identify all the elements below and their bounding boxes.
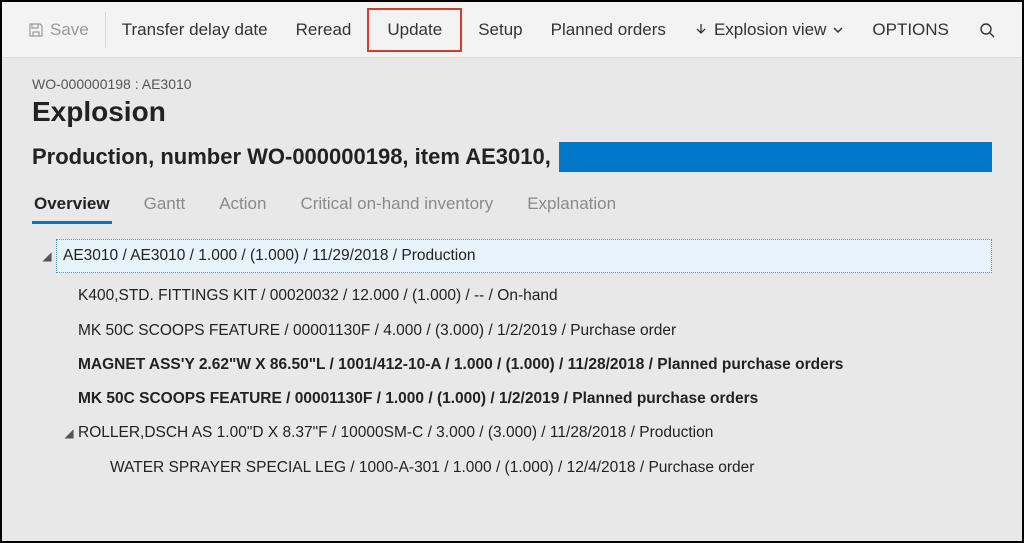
setup-label: Setup — [478, 20, 522, 40]
breadcrumb: WO-000000198 : AE3010 — [32, 76, 992, 92]
options-label: OPTIONS — [872, 20, 949, 40]
toolbar: Save Transfer delay date Reread Update S… — [2, 2, 1022, 58]
tab-overview[interactable]: Overview — [32, 188, 112, 224]
subhead-row: Production, number WO-000000198, item AE… — [32, 142, 992, 172]
transfer-delay-label: Transfer delay date — [122, 20, 268, 40]
tab-explanation[interactable]: Explanation — [525, 188, 618, 224]
tree-row-text: AE3010 / AE3010 / 1.000 / (1.000) / 11/2… — [56, 239, 992, 273]
explosion-view-button[interactable]: Explosion view — [680, 2, 858, 58]
subhead-text: Production, number WO-000000198, item AE… — [32, 144, 551, 170]
tree-row[interactable]: K400,STD. FITTINGS KIT / 00020032 / 12.0… — [32, 279, 992, 313]
tab-critical[interactable]: Critical on-hand inventory — [298, 188, 495, 224]
options-button[interactable]: OPTIONS — [858, 2, 963, 58]
search-button[interactable] — [964, 2, 1010, 58]
update-label: Update — [387, 20, 442, 40]
tree-row-text: MK 50C SCOOPS FEATURE / 00001130F / 4.00… — [78, 319, 676, 342]
reread-button[interactable]: Reread — [282, 2, 366, 58]
tab-action[interactable]: Action — [217, 188, 268, 224]
collapse-caret-icon[interactable]: ◢ — [38, 247, 56, 265]
tree-row-text: WATER SPRAYER SPECIAL LEG / 1000-A-301 /… — [110, 456, 754, 479]
reread-label: Reread — [296, 20, 352, 40]
chevron-down-icon — [832, 24, 844, 36]
tree-row-text: MAGNET ASS'Y 2.62"W X 86.50"L / 1001/412… — [78, 353, 843, 376]
tabs: Overview Gantt Action Critical on-hand i… — [32, 188, 992, 224]
toolbar-separator — [105, 12, 106, 48]
tab-gantt[interactable]: Gantt — [142, 188, 188, 224]
tree-row[interactable]: MAGNET ASS'Y 2.62"W X 86.50"L / 1001/412… — [32, 348, 992, 382]
update-button[interactable]: Update — [367, 8, 462, 52]
save-icon — [28, 22, 44, 38]
explosion-view-label: Explosion view — [714, 20, 826, 40]
tree-row-text: MK 50C SCOOPS FEATURE / 00001130F / 1.00… — [78, 387, 758, 410]
transfer-delay-button[interactable]: Transfer delay date — [108, 2, 282, 58]
planned-orders-label: Planned orders — [551, 20, 666, 40]
search-icon — [978, 21, 996, 39]
page-title: Explosion — [32, 96, 992, 128]
save-button: Save — [14, 2, 103, 58]
planned-orders-button[interactable]: Planned orders — [537, 2, 680, 58]
save-label: Save — [50, 20, 89, 40]
download-icon — [694, 23, 708, 37]
tree-row-text: ROLLER,DSCH AS 1.00"D X 8.37"F / 10000SM… — [78, 421, 713, 444]
tree-row[interactable]: ◢AE3010 / AE3010 / 1.000 / (1.000) / 11/… — [32, 234, 992, 279]
tree-row[interactable]: WATER SPRAYER SPECIAL LEG / 1000-A-301 /… — [32, 451, 992, 485]
setup-button[interactable]: Setup — [464, 2, 536, 58]
tree-row-text: K400,STD. FITTINGS KIT / 00020032 / 12.0… — [78, 284, 558, 307]
tree-row[interactable]: MK 50C SCOOPS FEATURE / 00001130F / 4.00… — [32, 314, 992, 348]
tree-row[interactable]: MK 50C SCOOPS FEATURE / 00001130F / 1.00… — [32, 382, 992, 416]
collapse-caret-icon[interactable]: ◢ — [60, 424, 78, 442]
tree-view: ◢AE3010 / AE3010 / 1.000 / (1.000) / 11/… — [32, 234, 992, 485]
content-area: WO-000000198 : AE3010 Explosion Producti… — [2, 58, 1022, 485]
highlight-strip — [559, 142, 992, 172]
tree-row[interactable]: ◢ROLLER,DSCH AS 1.00"D X 8.37"F / 10000S… — [32, 416, 992, 450]
